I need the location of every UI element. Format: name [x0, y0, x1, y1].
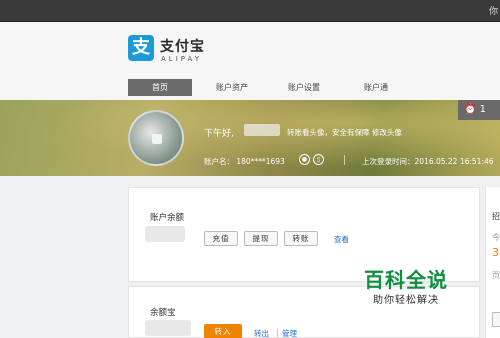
main-nav: 首页 账户资产 账户设置 账户通 [128, 79, 416, 96]
manage-link[interactable]: 管理 [282, 328, 297, 338]
nav-item-account-link[interactable]: 账户通 [344, 79, 408, 96]
nav-item-home[interactable]: 首页 [128, 79, 192, 96]
watermark-title: 百科全说 [364, 268, 448, 292]
right-panel-value: 3 [492, 246, 499, 259]
avatar-placeholder [152, 134, 162, 144]
transfer-out-link[interactable]: 转出 [254, 328, 269, 338]
right-panel-label: 今 [492, 233, 500, 242]
view-balance-link[interactable]: 查看 [334, 234, 349, 245]
balance-title: 账户余额 [150, 213, 185, 223]
logo-subtitle: ALIPAY [161, 55, 203, 63]
nav-item-settings[interactable]: 账户设置 [272, 79, 336, 96]
divider [344, 155, 345, 165]
avatar[interactable] [128, 110, 184, 166]
right-panel-button[interactable] [492, 312, 500, 327]
transfer-button[interactable]: 转账 [284, 231, 318, 246]
notification-badge[interactable]: ⏰ 1 [458, 100, 500, 120]
last-login-time: 上次登录时间：2016.05.22 16:51:46 [362, 157, 494, 166]
account-icons: ● ▯ [299, 154, 324, 165]
notification-count: 1 [479, 104, 487, 115]
withdraw-button[interactable]: 提现 [244, 231, 278, 246]
user-icon[interactable]: ● [299, 154, 310, 165]
account-label: 账户名： [204, 157, 234, 166]
link-separator: | [276, 328, 279, 337]
watermark-subtitle: 助你轻松解决 [373, 295, 439, 306]
alipay-logo-icon[interactable]: 支 [128, 35, 154, 61]
right-panel-title: 招 [492, 212, 500, 221]
phone-icon[interactable]: ▯ [313, 154, 324, 165]
alarm-clock-icon: ⏰ [464, 104, 477, 115]
account-value: 180****1693 [236, 157, 285, 166]
balance-amount-blurred [145, 226, 185, 242]
logo-name[interactable]: 支付宝 [160, 36, 205, 56]
username-blurred [244, 124, 280, 136]
nav-item-assets[interactable]: 账户资产 [200, 79, 264, 96]
right-panel-note: 页 [492, 271, 500, 280]
greeting-text: 下午好, [204, 129, 234, 139]
yuebao-amount-blurred [145, 320, 191, 336]
recharge-button[interactable]: 充值 [204, 231, 238, 246]
transfer-in-button[interactable]: 转入 [204, 324, 242, 338]
avatar-tip[interactable]: 转账看头像，安全有保障 修改头像 [287, 127, 402, 138]
account-name-line: 账户名： 180****1693 [204, 156, 285, 167]
browser-top-bar: 你 [0, 0, 500, 22]
topbar-text: 你 [488, 7, 498, 17]
yuebao-title: 余额宝 [150, 308, 176, 318]
